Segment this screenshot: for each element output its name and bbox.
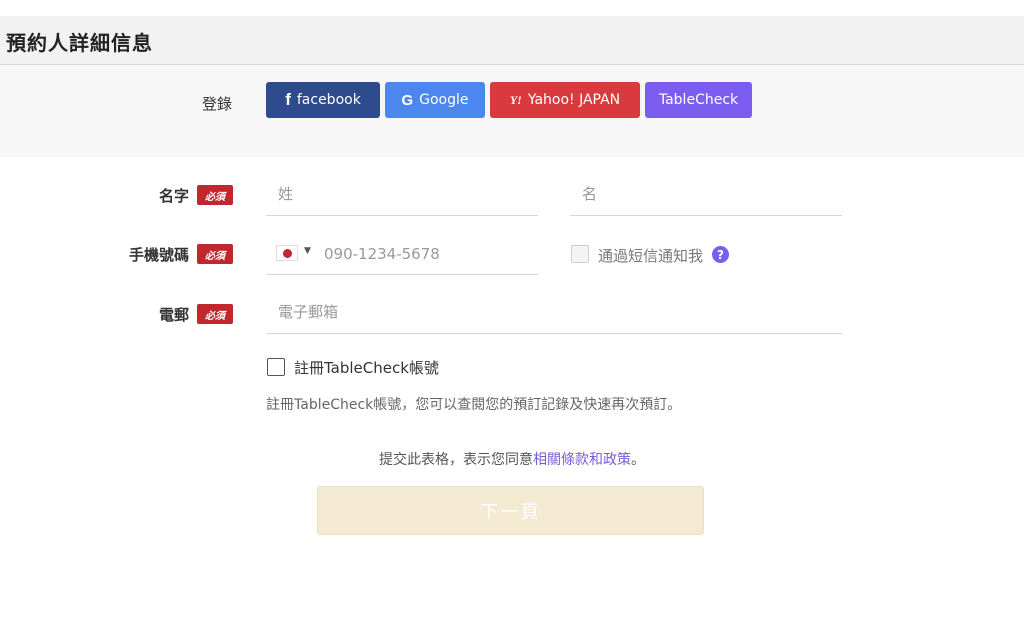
reservation-form-page: 預約人詳細信息 登錄 f facebook G Google Y! Yahoo!… [0, 0, 1024, 637]
required-badge: 必須 [197, 304, 233, 324]
page-title: 預約人詳細信息 [6, 31, 153, 55]
tablecheck-button-label: TableCheck [658, 92, 739, 108]
required-badge: 必須 [197, 185, 233, 205]
next-page-button[interactable]: 下一頁 [317, 486, 704, 535]
register-account-checkbox[interactable] [267, 358, 285, 376]
sms-notify-label: 通過短信通知我 [598, 247, 704, 265]
email-input[interactable] [266, 290, 842, 334]
last-name-input[interactable] [266, 172, 538, 216]
phone-field: ▼ [266, 234, 558, 275]
terms-prefix: 提交此表格，表示您同意 [379, 452, 533, 468]
first-name-input[interactable] [570, 172, 842, 216]
email-label: 電郵 [159, 306, 190, 324]
facebook-button-label: facebook [296, 92, 361, 108]
sms-notify-checkbox[interactable] [571, 245, 589, 263]
terms-notice: 提交此表格，表示您同意相關條款和政策。 [0, 449, 1024, 469]
facebook-icon: f [285, 90, 291, 109]
yahoo-button-label: Yahoo! JAPAN [527, 92, 621, 108]
phone-label: 手機號碼 [129, 246, 190, 264]
section-header: 預約人詳細信息 [0, 16, 1024, 65]
required-badge: 必須 [197, 244, 233, 264]
google-icon: G [401, 91, 414, 109]
google-button-label: Google [419, 92, 469, 108]
flag-sun [282, 248, 292, 258]
japan-flag-icon[interactable] [276, 245, 298, 261]
terms-suffix: 。 [631, 452, 645, 468]
name-label: 名字 [159, 187, 190, 205]
terms-link[interactable]: 相關條款和政策 [533, 452, 631, 468]
yahoo-icon: Y! [509, 92, 522, 107]
phone-input[interactable] [312, 234, 558, 273]
help-icon[interactable]: ? [712, 246, 729, 263]
tablecheck-login-button[interactable]: TableCheck [645, 82, 752, 118]
google-login-button[interactable]: G Google [385, 82, 485, 118]
social-login-section: 登錄 f facebook G Google Y! Yahoo! JAPAN T… [0, 65, 1024, 157]
login-label: 登錄 [202, 95, 233, 113]
yahoo-japan-login-button[interactable]: Y! Yahoo! JAPAN [490, 82, 640, 118]
register-account-label: 註冊TableCheck帳號 [294, 359, 439, 377]
caret-down-icon[interactable]: ▼ [304, 246, 311, 256]
register-account-description: 註冊TableCheck帳號，您可以查閱您的預訂記錄及快速再次預訂。 [266, 397, 682, 413]
facebook-login-button[interactable]: f facebook [266, 82, 380, 118]
